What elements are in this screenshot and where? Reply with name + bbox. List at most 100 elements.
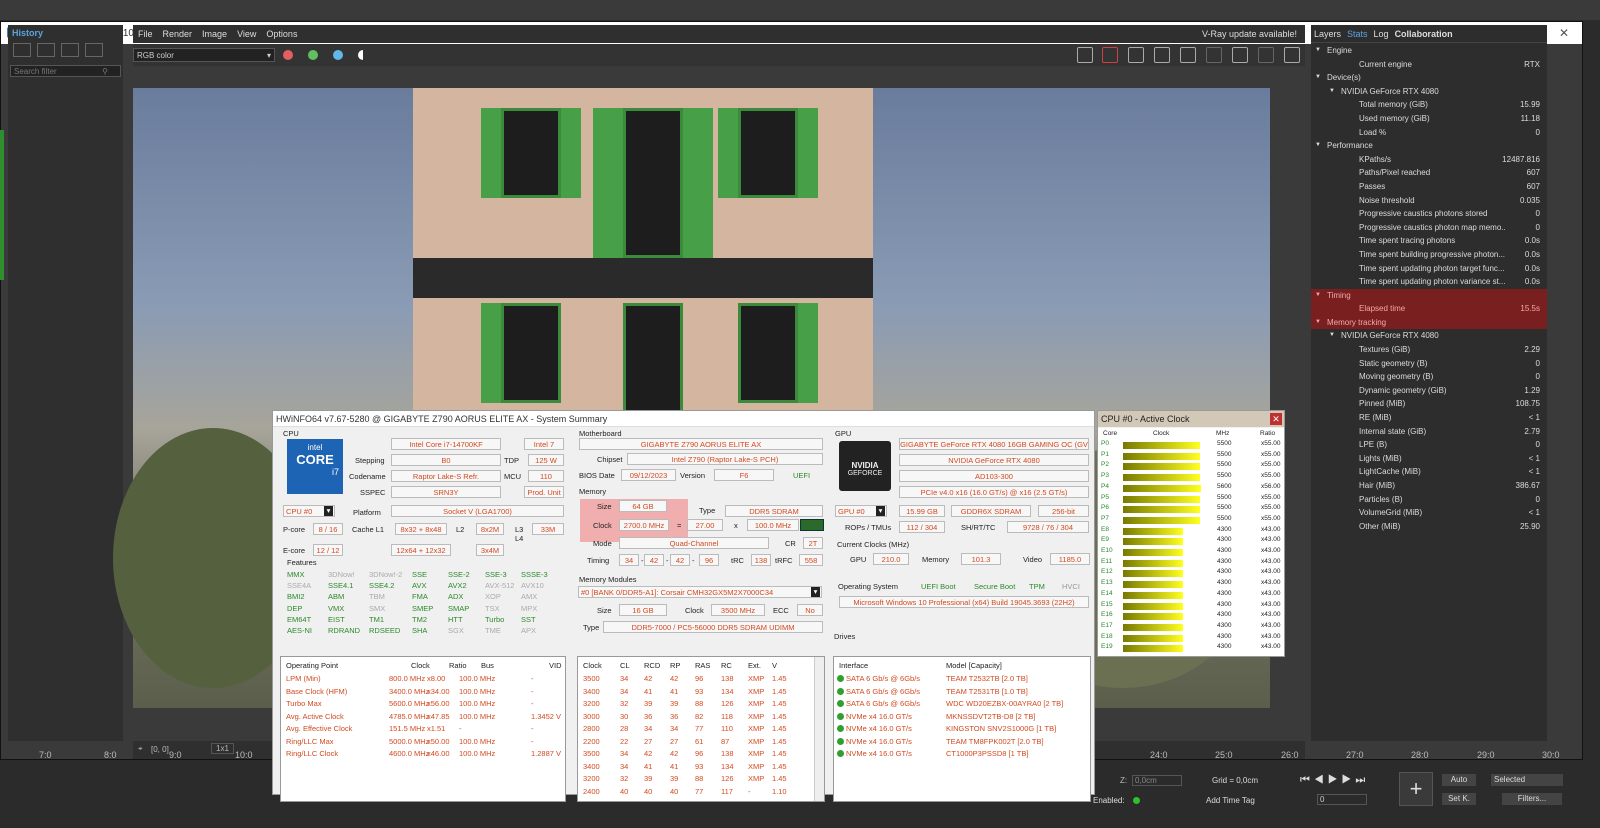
stats-row[interactable]: ▼ Device(s) [1311, 71, 1547, 85]
z-field[interactable]: 0,0cm [1132, 775, 1182, 786]
stats-row[interactable]: KPaths/s 12487.816 [1311, 153, 1547, 167]
cpu-selector[interactable]: CPU #0 ▾ [283, 505, 335, 517]
key-filters-button[interactable]: Filters... [1502, 793, 1562, 805]
50x-sampling-icon[interactable] [1154, 47, 1170, 63]
close-icon[interactable]: ✕ [1270, 413, 1282, 425]
gpu-selector[interactable]: GPU #0 ▾ [835, 505, 887, 517]
render-lock-icon[interactable] [1206, 47, 1222, 63]
table-cell: - [459, 724, 462, 733]
stats-row[interactable]: Noise threshold 0.035 [1311, 194, 1547, 208]
stats-row[interactable]: Moving geometry (B) 0 [1311, 370, 1547, 384]
stats-row[interactable]: LightCache (MiB) < 1 [1311, 465, 1547, 479]
stats-row[interactable]: Used memory (GiB) 11.18 [1311, 112, 1547, 126]
add-time-tag[interactable]: Add Time Tag [1206, 796, 1255, 805]
stats-row[interactable]: RE (MiB) < 1 [1311, 411, 1547, 425]
stats-row[interactable]: LPE (B) 0 [1311, 438, 1547, 452]
stats-row[interactable]: Load % 0 [1311, 126, 1547, 140]
stats-row[interactable]: Paths/Pixel reached 607 [1311, 166, 1547, 180]
drives-table[interactable]: Interface Model [Capacity] SATA 6 Gb/s @ 6… [833, 656, 1091, 802]
enabled-indicator-icon[interactable] [1133, 797, 1140, 804]
stats-row[interactable]: Time spent building progressive photon..… [1311, 248, 1547, 262]
stats-row[interactable]: ▼ Timing [1311, 288, 1547, 303]
menu-view[interactable]: View [232, 29, 261, 39]
stats-row[interactable]: Internal state (GiB) 2.79 [1311, 425, 1547, 439]
ecore-count: 12 / 12 [313, 544, 343, 556]
playback-controls-icon[interactable]: ⏮◀▶▶⏭ [1300, 774, 1369, 787]
tab-layers[interactable]: Layers [1311, 29, 1344, 39]
stats-row[interactable]: Lights (MiB) < 1 [1311, 452, 1547, 466]
menu-image[interactable]: Image [197, 29, 232, 39]
table-cell: NVMe x4 16.0 GT/s [846, 724, 912, 733]
tab-log[interactable]: Log [1371, 29, 1392, 39]
stop-render-icon[interactable] [1258, 47, 1274, 63]
expand-triangle-icon[interactable]: ▼ [1329, 329, 1335, 343]
set-key-button[interactable]: Set K. [1442, 793, 1476, 805]
memory-timing-table[interactable]: Clock CL RCD RP RAS RC Ext. V 3500 34 42 42 96 138 XMP… [577, 656, 825, 802]
stats-row[interactable]: Progressive caustics photons stored 0 [1311, 207, 1547, 221]
delete-history-icon[interactable] [85, 43, 103, 57]
red-channel-icon[interactable] [283, 50, 293, 60]
expand-triangle-icon[interactable]: ▼ [1315, 316, 1321, 330]
cpu-feature-flag: TBM [369, 592, 385, 602]
tab-collaboration[interactable]: Collaboration [1392, 29, 1456, 39]
frame-spinner[interactable]: 0 [1317, 794, 1367, 805]
core-clock-row: E19 4300 x43.00 [1101, 643, 1281, 653]
render-interactive-icon[interactable] [1232, 47, 1248, 63]
stats-row[interactable]: ▼ Engine [1311, 44, 1547, 58]
expand-triangle-icon[interactable]: ▼ [1315, 71, 1321, 85]
expand-triangle-icon[interactable]: ▼ [1315, 139, 1321, 153]
expand-triangle-icon[interactable]: ▼ [1329, 85, 1335, 99]
stats-row[interactable]: ▼ Performance [1311, 139, 1547, 153]
channel-select[interactable]: RGB color ▾ [133, 48, 275, 62]
stats-row[interactable]: Current engine RTX [1311, 58, 1547, 72]
close-icon[interactable]: ✕ [1554, 25, 1574, 41]
save-image-icon[interactable] [1077, 47, 1093, 63]
ab-compare-icon[interactable] [37, 43, 55, 57]
operating-point-table[interactable]: Operating Point Clock Ratio Bus VID LPM (Min)… [280, 656, 566, 802]
save-history-icon[interactable] [13, 43, 31, 57]
memory-module-select[interactable]: #0 [BANK 0/DDR5-A1]: Corsair CMH32GX5M2X… [578, 586, 822, 598]
stats-row[interactable]: Time spent tracing photons 0.0s [1311, 234, 1547, 248]
stats-row[interactable]: Dynamic geometry (GiB) 1.29 [1311, 384, 1547, 398]
expand-triangle-icon[interactable]: ▼ [1315, 44, 1321, 58]
auto-key-button[interactable]: Auto [1442, 774, 1476, 786]
tab-stats[interactable]: Stats [1344, 29, 1371, 39]
stats-row[interactable]: Time spent updating photon variance st..… [1311, 275, 1547, 289]
menu-render[interactable]: Render [158, 29, 198, 39]
stats-row[interactable]: ▼ Memory tracking [1311, 315, 1547, 330]
search-icon[interactable]: ⚲ [102, 66, 108, 77]
pick-icon[interactable]: ⌖ [138, 744, 143, 754]
stats-row[interactable]: Total memory (GiB) 15.99 [1311, 98, 1547, 112]
expand-triangle-icon[interactable]: ▼ [1315, 289, 1321, 303]
stats-row[interactable]: Other (MiB) 25.90 [1311, 520, 1547, 534]
stats-row[interactable]: ▼ NVIDIA GeForce RTX 4080 [1311, 329, 1547, 343]
stats-row[interactable]: Time spent updating photon target func..… [1311, 262, 1547, 276]
stats-row[interactable]: Textures (GiB) 2.29 [1311, 343, 1547, 357]
blue-channel-icon[interactable] [333, 50, 343, 60]
set-key-icon[interactable]: + [1399, 772, 1433, 806]
stats-row[interactable]: Particles (B) 0 [1311, 493, 1547, 507]
stats-row[interactable]: Hair (MiB) 386.67 [1311, 479, 1547, 493]
stats-row[interactable]: Elapsed time 15.5s [1311, 302, 1547, 316]
green-channel-icon[interactable] [308, 50, 318, 60]
update-notice[interactable]: V-Ray update available! [1202, 29, 1297, 39]
stats-row[interactable]: Progressive caustics photon map memo... 0 [1311, 221, 1547, 235]
render-icon[interactable] [1284, 47, 1300, 63]
scrollbar[interactable] [814, 657, 824, 801]
region-render-icon[interactable] [1128, 47, 1144, 63]
frame-icon[interactable] [1180, 47, 1196, 63]
menu-options[interactable]: Options [261, 29, 302, 39]
stats-row[interactable]: Passes 607 [1311, 180, 1547, 194]
stats-row[interactable]: ▼ NVIDIA GeForce RTX 4080 [1311, 85, 1547, 99]
history-search-input[interactable]: Search filter ⚲ [10, 65, 121, 77]
stats-row[interactable]: VolumeGrid (MiB) < 1 [1311, 506, 1547, 520]
menu-file[interactable]: File [133, 29, 158, 39]
clear-image-icon[interactable] [1102, 47, 1118, 63]
alpha-channel-icon[interactable] [358, 50, 368, 60]
selection-set-select[interactable]: Selected [1491, 774, 1563, 786]
stats-row[interactable]: Static geometry (B) 0 [1311, 357, 1547, 371]
stats-row[interactable]: Pinned (MiB) 108.75 [1311, 397, 1547, 411]
core-clock-row: E14 4300 x43.00 [1101, 590, 1281, 600]
load-history-icon[interactable] [61, 43, 79, 57]
zoom-select[interactable]: 1x1 [211, 743, 234, 754]
